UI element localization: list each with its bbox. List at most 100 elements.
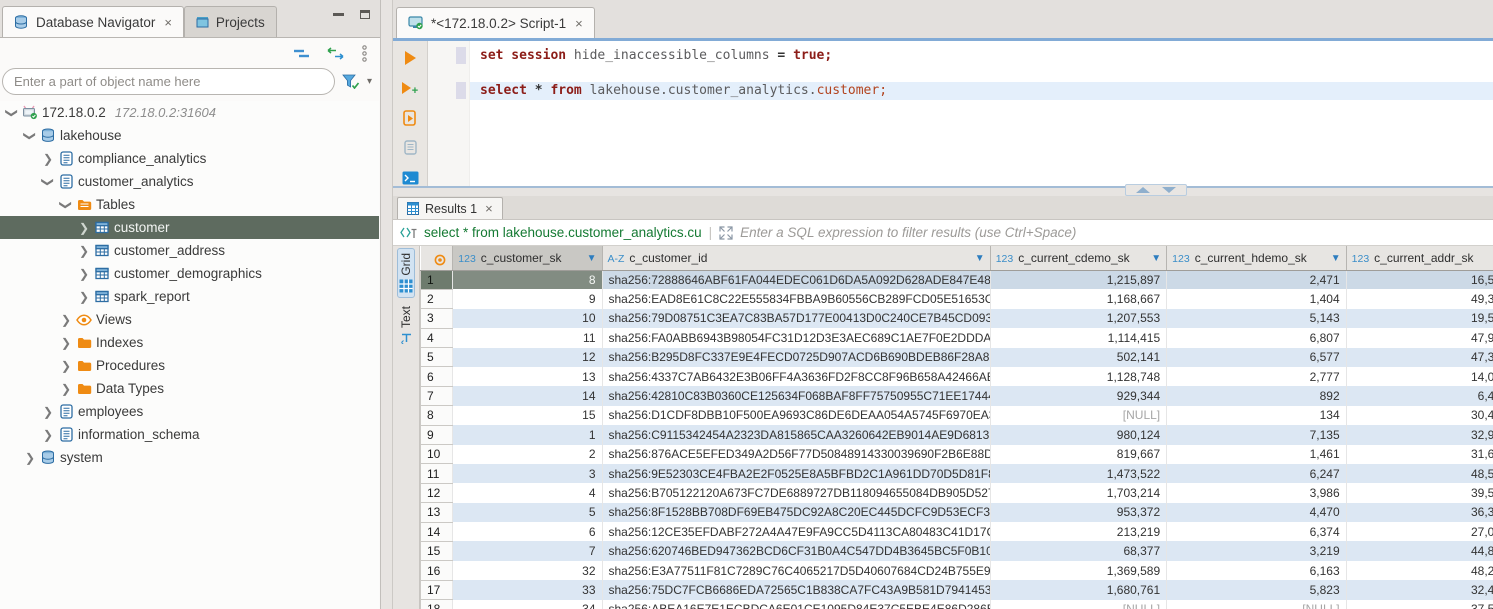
- cell-c_current_cdemo_sk[interactable]: 502,141: [990, 348, 1166, 367]
- row-number-cell[interactable]: 4: [421, 328, 453, 347]
- cell-c_customer_id[interactable]: sha256:12CE35EFDABF272A4A47E9FA9CC5D4113…: [602, 522, 990, 541]
- cell-c_current_addr_sk[interactable]: 44,81: [1346, 541, 1493, 560]
- cell-c_current_addr_sk[interactable]: 32,94: [1346, 425, 1493, 444]
- row-number-cell[interactable]: 10: [421, 445, 453, 464]
- cell-c_current_addr_sk[interactable]: 6,44: [1346, 386, 1493, 405]
- chevron-right-icon[interactable]: ❯: [76, 245, 92, 257]
- row-number-cell[interactable]: 14: [421, 522, 453, 541]
- cell-c_current_hdemo_sk[interactable]: 1,461: [1167, 445, 1346, 464]
- cell-c_current_cdemo_sk[interactable]: 68,377: [990, 541, 1166, 560]
- chevron-down-icon[interactable]: ❯: [24, 128, 36, 144]
- row-number-cell[interactable]: 12: [421, 483, 453, 502]
- cell-c_customer_sk[interactable]: 2: [453, 445, 602, 464]
- chevron-down-icon[interactable]: ▾: [367, 76, 372, 87]
- row-number-cell[interactable]: 8: [421, 406, 453, 425]
- tab-results-1[interactable]: Results 1 ×: [397, 197, 503, 219]
- sql-console-icon[interactable]: [400, 170, 420, 186]
- chevron-down-icon[interactable]: ❯: [60, 197, 72, 213]
- chevron-right-icon[interactable]: ❯: [76, 222, 92, 234]
- cell-c_current_hdemo_sk[interactable]: 3,986: [1167, 483, 1346, 502]
- tab-database-navigator[interactable]: Database Navigator ×: [2, 6, 184, 37]
- row-number-cell[interactable]: 9: [421, 425, 453, 444]
- cell-c_current_addr_sk[interactable]: 30,46: [1346, 406, 1493, 425]
- tree-item-customer[interactable]: ❯customer: [0, 216, 379, 239]
- execute-new-tab-icon[interactable]: +: [400, 79, 420, 97]
- cell-c_current_addr_sk[interactable]: 32,43: [1346, 580, 1493, 599]
- row-number-cell[interactable]: 17: [421, 580, 453, 599]
- cell-c_current_hdemo_sk[interactable]: 134: [1167, 406, 1346, 425]
- object-filter-input[interactable]: [2, 68, 335, 95]
- cell-c_current_cdemo_sk[interactable]: 980,124: [990, 425, 1166, 444]
- cell-c_current_hdemo_sk[interactable]: 1,404: [1167, 289, 1346, 308]
- tree-item-customer-address[interactable]: ❯customer_address: [0, 239, 379, 262]
- tab-projects[interactable]: Projects: [184, 6, 277, 37]
- chevron-right-icon[interactable]: ❯: [58, 314, 74, 326]
- cell-c_current_hdemo_sk[interactable]: 4,470: [1167, 503, 1346, 522]
- tree-item-employees[interactable]: ❯employees: [0, 400, 379, 423]
- cell-c_customer_sk[interactable]: 33: [453, 580, 602, 599]
- column-header-c_current_addr_sk[interactable]: 123c_current_addr_sk▼: [1346, 246, 1493, 270]
- cell-c_customer_id[interactable]: sha256:8F1528BB708DF69EB475DC92A8C20EC44…: [602, 503, 990, 522]
- column-header-c_current_cdemo_sk[interactable]: 123c_current_cdemo_sk▼: [990, 246, 1166, 270]
- tree-item-customer-demographics[interactable]: ❯customer_demographics: [0, 262, 379, 285]
- chevron-down-icon[interactable]: ❯: [42, 174, 54, 190]
- cell-c_current_hdemo_sk[interactable]: 5,143: [1167, 309, 1346, 328]
- cell-c_current_cdemo_sk[interactable]: 819,667: [990, 445, 1166, 464]
- cell-c_customer_sk[interactable]: 4: [453, 483, 602, 502]
- tree-item-172-18-0-2[interactable]: ❯172.18.0.2172.18.0.2:31604: [0, 101, 379, 124]
- tree-item-spark-report[interactable]: ❯spark_report: [0, 285, 379, 308]
- filter-funnel-icon[interactable]: [342, 74, 360, 89]
- cell-c_current_cdemo_sk[interactable]: 1,128,748: [990, 367, 1166, 386]
- chevron-right-icon[interactable]: ❯: [40, 406, 56, 418]
- link-with-editor-icon[interactable]: [326, 47, 345, 60]
- row-number-cell[interactable]: 15: [421, 541, 453, 560]
- cell-c_customer_id[interactable]: sha256:EAD8E61C8C22E555834FBBA9B60556CB2…: [602, 289, 990, 308]
- chevron-right-icon[interactable]: ❯: [76, 268, 92, 280]
- cell-c_customer_id[interactable]: sha256:C9115342454A2323DA815865CAA326064…: [602, 425, 990, 444]
- cell-c_current_hdemo_sk[interactable]: 6,247: [1167, 464, 1346, 483]
- side-tab-grid[interactable]: Grid: [398, 249, 414, 297]
- cell-c_current_addr_sk[interactable]: 39,55: [1346, 483, 1493, 502]
- collapse-up-icon[interactable]: [1136, 187, 1150, 193]
- cell-c_customer_id[interactable]: sha256:876ACE5EFED349A2D56F77D5084891433…: [602, 445, 990, 464]
- cell-c_current_hdemo_sk[interactable]: 892: [1167, 386, 1346, 405]
- cell-c_current_addr_sk[interactable]: 27,08: [1346, 522, 1493, 541]
- column-dropdown-icon[interactable]: ▼: [1151, 253, 1161, 264]
- tree-item-customer-analytics[interactable]: ❯customer_analytics: [0, 170, 379, 193]
- tree-item-indexes[interactable]: ❯Indexes: [0, 331, 379, 354]
- chevron-right-icon[interactable]: ❯: [22, 452, 38, 464]
- cell-c_customer_id[interactable]: sha256:B295D8FC337E9E4FECD0725D907ACD6B6…: [602, 348, 990, 367]
- code-line-3[interactable]: select * from lakehouse.customer_analyti…: [470, 82, 1493, 100]
- cell-c_current_cdemo_sk[interactable]: 1,114,415: [990, 328, 1166, 347]
- cell-c_customer_sk[interactable]: 5: [453, 503, 602, 522]
- column-dropdown-icon[interactable]: ▼: [587, 253, 597, 264]
- maximize-icon[interactable]: [360, 10, 370, 19]
- cell-c_current_cdemo_sk[interactable]: 1,369,589: [990, 561, 1166, 580]
- tree-item-lakehouse[interactable]: ❯lakehouse: [0, 124, 379, 147]
- cell-c_current_hdemo_sk[interactable]: 2,471: [1167, 270, 1346, 289]
- cell-c_customer_sk[interactable]: 14: [453, 386, 602, 405]
- cell-c_customer_id[interactable]: sha256:72888646ABF61FA044EDEC061D6DA5A09…: [602, 270, 990, 289]
- cell-c_current_cdemo_sk[interactable]: 1,207,553: [990, 309, 1166, 328]
- row-number-cell[interactable]: 2: [421, 289, 453, 308]
- kebab-menu-icon[interactable]: [361, 45, 368, 62]
- cell-c_customer_sk[interactable]: 15: [453, 406, 602, 425]
- cell-c_current_addr_sk[interactable]: 36,36: [1346, 503, 1493, 522]
- chevron-right-icon[interactable]: ❯: [40, 429, 56, 441]
- column-header-c_customer_sk[interactable]: 123c_customer_sk▼: [453, 246, 602, 270]
- row-number-cell[interactable]: 18: [421, 600, 453, 609]
- chevron-down-icon[interactable]: ❯: [6, 105, 18, 121]
- cell-c_current_cdemo_sk[interactable]: 1,215,897: [990, 270, 1166, 289]
- close-icon[interactable]: ×: [485, 201, 493, 216]
- column-header-c_customer_id[interactable]: A-Zc_customer_id▼: [602, 246, 990, 270]
- row-number-cell[interactable]: 11: [421, 464, 453, 483]
- cell-c_customer_id[interactable]: sha256:FA0ABB6943B98054FC31D12D3E3AEC689…: [602, 328, 990, 347]
- tree-item-procedures[interactable]: ❯Procedures: [0, 354, 379, 377]
- cell-c_current_addr_sk[interactable]: 47,99: [1346, 328, 1493, 347]
- cell-c_current_hdemo_sk[interactable]: [NULL]: [1167, 600, 1346, 609]
- cell-c_customer_id[interactable]: sha256:D1CDF8DBB10F500EA9693C86DE6DEAA05…: [602, 406, 990, 425]
- grid-corner-cell[interactable]: [421, 246, 453, 270]
- chevron-right-icon[interactable]: ❯: [58, 360, 74, 372]
- cell-c_current_addr_sk[interactable]: 48,29: [1346, 561, 1493, 580]
- side-tab-text[interactable]: Text: [398, 302, 414, 348]
